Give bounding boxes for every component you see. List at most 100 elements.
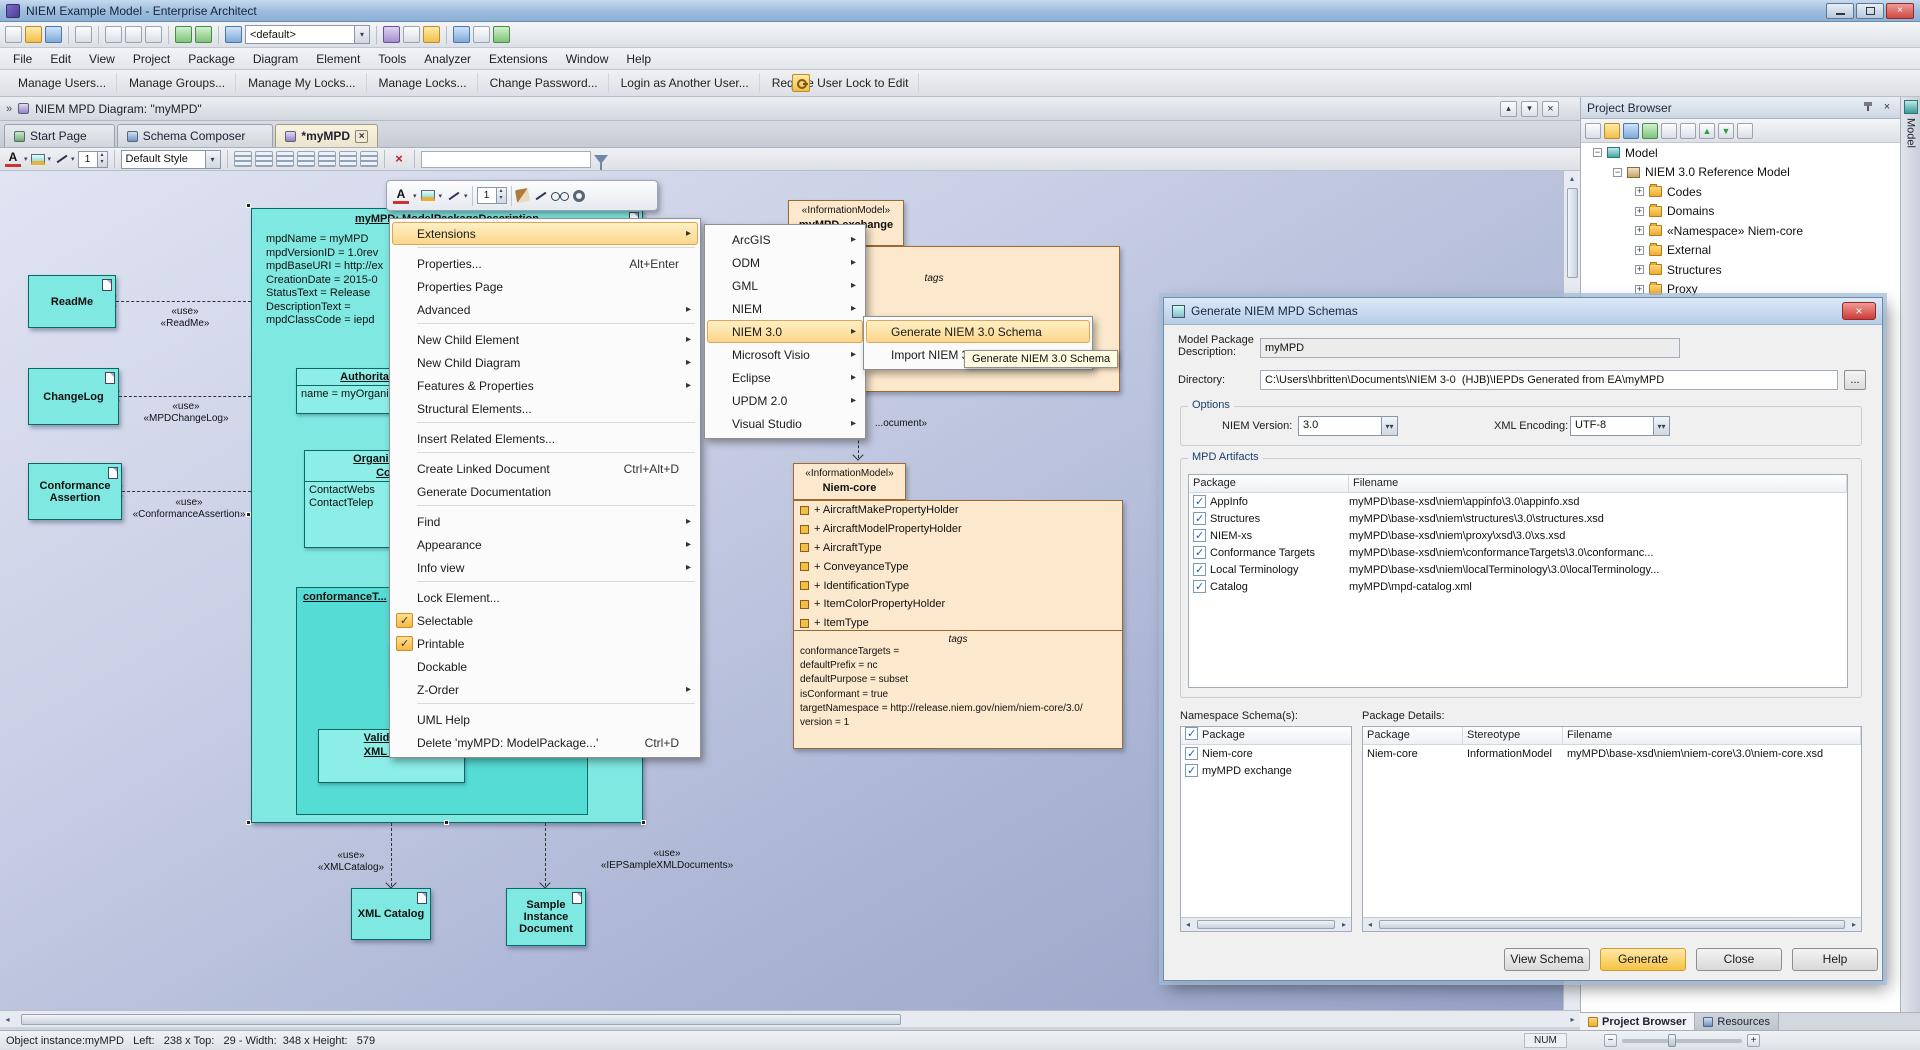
open-project-icon[interactable]: [25, 26, 42, 43]
security-toolbar-item[interactable]: Login as Another User...: [611, 73, 760, 93]
search-icon[interactable]: [225, 26, 242, 43]
context-menu-item[interactable]: Insert Related Elements...: [392, 427, 698, 450]
menu-bar-item[interactable]: Element: [307, 50, 369, 68]
browse-button[interactable]: ...: [1844, 370, 1866, 390]
readme-element[interactable]: ReadMe: [28, 275, 116, 328]
context-menu-item[interactable]: Find: [392, 510, 698, 533]
checkbox[interactable]: [1193, 512, 1206, 525]
close-button[interactable]: ×: [1886, 3, 1914, 19]
delete-from-diagram-icon[interactable]: [391, 151, 408, 168]
undo-icon[interactable]: [175, 26, 192, 43]
panel-tab[interactable]: Resources: [1695, 1013, 1779, 1030]
tree-item[interactable]: Structures: [1581, 260, 1901, 280]
document-tab[interactable]: Start Page: [4, 124, 115, 147]
menu-bar-item[interactable]: Package: [179, 50, 244, 68]
security-toolbar-item[interactable]: Require User Lock to Edit: [762, 73, 920, 93]
sample-instance-document-element[interactable]: Sample Instance Document: [506, 888, 586, 946]
menu-bar-item[interactable]: Window: [557, 50, 618, 68]
niemcore-tags-compartment[interactable]: tags conformanceTargets =defaultPrefix =…: [793, 631, 1123, 749]
checkbox[interactable]: [1185, 727, 1198, 740]
save-icon[interactable]: [45, 26, 62, 43]
column-header-package[interactable]: Package: [1363, 727, 1463, 744]
horizontal-scrollbar[interactable]: ◂ ▸: [0, 1010, 1580, 1027]
pin-icon[interactable]: [1862, 102, 1874, 114]
column-header-package[interactable]: Package: [1198, 727, 1351, 744]
style-dropdown-icon[interactable]: [205, 151, 220, 168]
zoom-in-icon[interactable]: [1747, 1034, 1760, 1047]
visibility-icon[interactable]: [551, 191, 569, 201]
fill-color-icon[interactable]: [421, 190, 435, 201]
submenu-item[interactable]: Visual Studio: [707, 412, 863, 435]
submenu-item[interactable]: NIEM: [707, 297, 863, 320]
redo-icon[interactable]: [195, 26, 212, 43]
print-icon[interactable]: [75, 26, 92, 43]
fill-color-dropdown-icon[interactable]: [439, 192, 443, 200]
scrollbar-thumb[interactable]: [1567, 188, 1578, 278]
security-toolbar-item[interactable]: Manage Locks...: [369, 73, 478, 93]
changelog-element[interactable]: ChangeLog: [28, 368, 119, 425]
new-element-icon[interactable]: [1642, 123, 1658, 139]
zoom-slider[interactable]: [1622, 1039, 1742, 1043]
minimize-button[interactable]: [1826, 3, 1854, 19]
tree-item[interactable]: Domains: [1581, 202, 1901, 222]
same-width-icon[interactable]: [318, 151, 336, 167]
submenu-item[interactable]: UPDM 2.0: [707, 389, 863, 412]
font-color-dropdown-icon[interactable]: [413, 192, 417, 200]
expander-icon[interactable]: [1613, 168, 1622, 177]
spinner-arrows-icon[interactable]: ▴▾: [496, 188, 506, 203]
tree-item[interactable]: Model: [1581, 143, 1901, 163]
document-tab[interactable]: Schema Composer: [117, 124, 274, 147]
close-diagram-icon[interactable]: [1542, 101, 1559, 117]
view-schema-button[interactable]: View Schema: [1504, 948, 1590, 971]
artifact-row[interactable]: Local Terminology myMPD\base-xsd\niem\lo…: [1189, 561, 1847, 578]
security-toolbar-item[interactable]: Manage My Locks...: [238, 73, 366, 93]
context-menu-item[interactable]: Features & Properties: [392, 374, 698, 397]
checkbox[interactable]: [1193, 529, 1206, 542]
xml-catalog-element[interactable]: XML Catalog: [351, 888, 431, 940]
artifact-row[interactable]: Conformance Targets myMPD\base-xsd\niem\…: [1189, 544, 1847, 561]
menu-bar-item[interactable]: Edit: [41, 50, 80, 68]
settings-icon[interactable]: [473, 26, 490, 43]
scroll-left-icon[interactable]: ◂: [1363, 918, 1377, 931]
submenu-item[interactable]: ArcGIS: [707, 228, 863, 251]
tree-item[interactable]: NIEM 3.0 Reference Model: [1581, 163, 1901, 183]
generate-button[interactable]: Generate: [1600, 948, 1686, 971]
selection-handle[interactable]: [246, 820, 251, 825]
tab-close-icon[interactable]: [355, 130, 368, 143]
combo-dropdown-icon[interactable]: ▾: [1653, 417, 1669, 435]
document-tab[interactable]: *myMPD: [275, 124, 378, 147]
context-menu-item[interactable]: Printable: [392, 632, 698, 655]
context-menu-item[interactable]: Properties... Alt+Enter: [392, 252, 698, 275]
font-color-dropdown-icon[interactable]: [24, 155, 28, 163]
scrollbar-thumb[interactable]: [1197, 920, 1335, 929]
model-tab-icon[interactable]: [1904, 100, 1918, 114]
checkbox[interactable]: [1193, 580, 1206, 593]
context-menu-item[interactable]: Properties Page: [392, 275, 698, 298]
selection-handle[interactable]: [641, 820, 646, 825]
submenu-item[interactable]: Generate NIEM 3.0 Schema: [866, 320, 1090, 343]
new-document-icon[interactable]: [5, 26, 22, 43]
attribute-row[interactable]: + AircraftModelPropertyHolder: [794, 520, 1122, 539]
checkbox[interactable]: [1193, 563, 1206, 576]
connector-readme[interactable]: [116, 301, 251, 302]
expander-icon[interactable]: [1635, 265, 1644, 274]
delete-icon[interactable]: [1661, 123, 1677, 139]
line-width-spinner[interactable]: 1 ▴▾: [477, 187, 507, 204]
artifact-row[interactable]: NIEM-xs myMPD\base-xsd\niem\proxy\xsd\3.…: [1189, 527, 1847, 544]
context-menu-item[interactable]: Appearance: [392, 533, 698, 556]
context-menu-item[interactable]: UML Help: [392, 708, 698, 731]
submenu-item[interactable]: NIEM 3.0: [707, 320, 863, 343]
scroll-right-icon[interactable]: ▸: [1565, 1012, 1580, 1027]
profile-combobox[interactable]: <default>: [245, 25, 370, 44]
security-toolbar-item[interactable]: Manage Groups...: [119, 73, 236, 93]
cut-icon[interactable]: [105, 26, 122, 43]
context-menu-item[interactable]: Selectable: [392, 609, 698, 632]
copy-icon[interactable]: [125, 26, 142, 43]
checkbox[interactable]: [1185, 764, 1198, 777]
expander-icon[interactable]: [1635, 226, 1644, 235]
expander-icon[interactable]: [1593, 148, 1602, 157]
filter-icon[interactable]: [594, 155, 608, 164]
context-menu-item[interactable]: Delete 'myMPD: ModelPackage...' Ctrl+D: [392, 731, 698, 754]
diagram-list-icon[interactable]: [403, 26, 420, 43]
expander-icon[interactable]: [1635, 187, 1644, 196]
